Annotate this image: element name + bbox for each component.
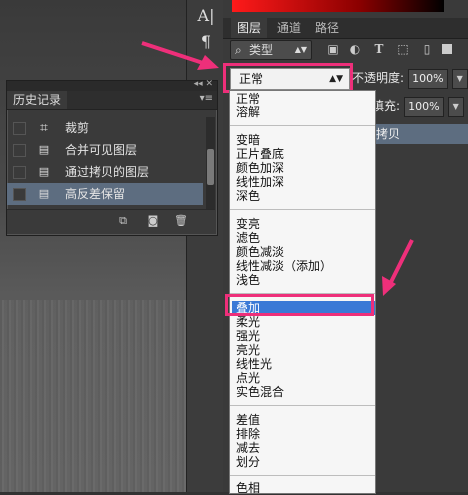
tab-paths[interactable]: 路径 (309, 18, 345, 38)
history-panel-title[interactable]: 历史记录 (7, 91, 68, 109)
blend-mode-option[interactable]: 颜色加深 (236, 161, 284, 175)
fill-label: 填充: (372, 99, 401, 113)
trash-icon[interactable]: 🗑 (173, 214, 189, 228)
history-item[interactable]: ▤ 通过拷贝的图层 (7, 161, 203, 183)
canvas-image (0, 300, 186, 492)
document-canvas (0, 0, 186, 492)
selected-layer-row[interactable]: 拷贝 (372, 124, 468, 144)
image-filter-icon[interactable]: ▣ (326, 42, 340, 56)
blend-mode-option[interactable]: 溶解 (236, 105, 260, 119)
blend-mode-option[interactable]: 点光 (236, 371, 260, 385)
opacity-label: 不透明度: (352, 71, 405, 85)
character-panel-icon[interactable]: A| (195, 6, 217, 26)
blend-mode-option[interactable]: 柔光 (236, 315, 260, 329)
fill-control: 填充: 100% ▼ (372, 96, 468, 117)
fill-input[interactable]: 100% (403, 96, 444, 117)
tab-layers[interactable]: 图层 (231, 18, 268, 38)
new-document-icon[interactable]: ⧉ (115, 214, 131, 228)
search-icon: ⌕ (235, 43, 242, 57)
history-item-label: 裁剪 (65, 121, 90, 135)
document-icon: ▤ (38, 165, 50, 178)
blend-mode-option[interactable]: 浅色 (236, 273, 260, 287)
blend-mode-option[interactable]: 排除 (236, 427, 260, 441)
layer-name: 拷贝 (376, 127, 401, 141)
menu-separator (230, 405, 375, 406)
history-item-label: 通过拷贝的图层 (65, 165, 150, 179)
blend-mode-option[interactable]: 亮光 (236, 343, 260, 357)
layers-panel-tabs: 图层 通道 路径 (223, 18, 468, 39)
paragraph-panel-icon[interactable]: ¶ (195, 32, 217, 52)
document-icon: ▤ (38, 143, 50, 156)
fill-slider-button[interactable]: ▼ (447, 96, 464, 117)
opacity-input[interactable]: 100% (407, 68, 448, 89)
layer-filter-label: 类型 (249, 43, 274, 57)
layer-list (372, 146, 468, 492)
opacity-control: 不透明度: 100% ▼ (352, 68, 468, 89)
menu-separator (230, 475, 375, 476)
chevron-updown-icon: ▲▼ (294, 45, 307, 54)
history-item[interactable]: ⌗ 裁剪 (7, 117, 203, 139)
blend-mode-option[interactable]: 滤色 (236, 231, 260, 245)
blend-mode-option[interactable]: 颜色减淡 (236, 245, 284, 259)
blend-mode-option[interactable]: 线性减淡（添加） (236, 259, 332, 273)
blend-mode-option[interactable]: 差值 (236, 413, 260, 427)
blend-mode-option[interactable]: 深色 (236, 189, 260, 203)
blend-mode-option[interactable]: 线性光 (236, 357, 272, 371)
annotation-box-overlay (225, 294, 374, 316)
layer-filter-row: ⌕ 类型 ▲▼ ▣ ◐ T ⬚ ▯ (230, 40, 460, 60)
history-panel-footer: ⧉ ◙ 🗑 (7, 209, 215, 234)
smart-object-filter-icon[interactable]: ▯ (420, 42, 434, 56)
history-item-selected[interactable]: ▤ 高反差保留 (7, 183, 203, 205)
color-ramp[interactable] (232, 0, 444, 12)
layer-filter-dropdown[interactable]: ⌕ 类型 ▲▼ (230, 40, 312, 60)
panel-menu-icon[interactable]: ▾≡ (200, 93, 213, 104)
camera-icon[interactable]: ◙ (145, 214, 161, 228)
history-panel-topbar: ◂◂ ✕ (7, 79, 217, 91)
crop-icon: ⌗ (40, 120, 48, 136)
snapshot-checkbox[interactable] (13, 166, 26, 179)
text-filter-icon[interactable]: T (372, 42, 386, 56)
blend-mode-option[interactable]: 正片叠底 (236, 147, 284, 161)
snapshot-checkbox[interactable] (13, 188, 26, 201)
history-panel: ◂◂ ✕ 历史记录 ▾≡ ⌗ 裁剪 ▤ 合并可见图层 ▤ 通过拷贝的图层 ▤ 高… (6, 79, 218, 236)
snapshot-checkbox[interactable] (13, 122, 26, 135)
blend-mode-option[interactable]: 减去 (236, 441, 260, 455)
adjustment-filter-icon[interactable]: ◐ (348, 42, 362, 56)
history-panel-header: 历史记录 ▾≡ (7, 91, 217, 110)
opacity-slider-button[interactable]: ▼ (451, 68, 468, 89)
annotation-box-blend-dropdown (223, 63, 353, 93)
blend-mode-option[interactable]: 变暗 (236, 133, 260, 147)
snapshot-checkbox[interactable] (13, 144, 26, 157)
blend-mode-option[interactable]: 划分 (236, 455, 260, 469)
blend-mode-option[interactable]: 线性加深 (236, 175, 284, 189)
tab-channels[interactable]: 通道 (271, 18, 307, 38)
shape-filter-icon[interactable]: ⬚ (396, 42, 410, 56)
filter-toggle-icon[interactable] (442, 44, 452, 54)
scrollbar-thumb[interactable] (207, 149, 214, 185)
history-item-label: 高反差保留 (65, 187, 126, 201)
blend-mode-option[interactable]: 强光 (236, 329, 260, 343)
blend-mode-option[interactable]: 正常 (236, 92, 260, 106)
blend-mode-option[interactable]: 实色混合 (236, 385, 284, 399)
history-item[interactable]: ▤ 合并可见图层 (7, 139, 203, 161)
menu-separator (230, 125, 375, 126)
blend-mode-option[interactable]: 变亮 (236, 217, 260, 231)
tool-strip: A| ¶ (186, 0, 224, 492)
document-icon: ▤ (38, 187, 50, 200)
menu-separator (230, 209, 375, 210)
history-scrollbar[interactable] (206, 117, 215, 209)
history-item-label: 合并可见图层 (65, 143, 138, 157)
collapse-icon[interactable]: ◂◂ ✕ (194, 79, 213, 89)
blend-mode-menu: 正常 溶解 变暗 正片叠底 颜色加深 线性加深 深色 变亮 滤色 颜色减淡 线性… (229, 90, 376, 495)
blend-mode-option[interactable]: 色相 (236, 481, 260, 495)
